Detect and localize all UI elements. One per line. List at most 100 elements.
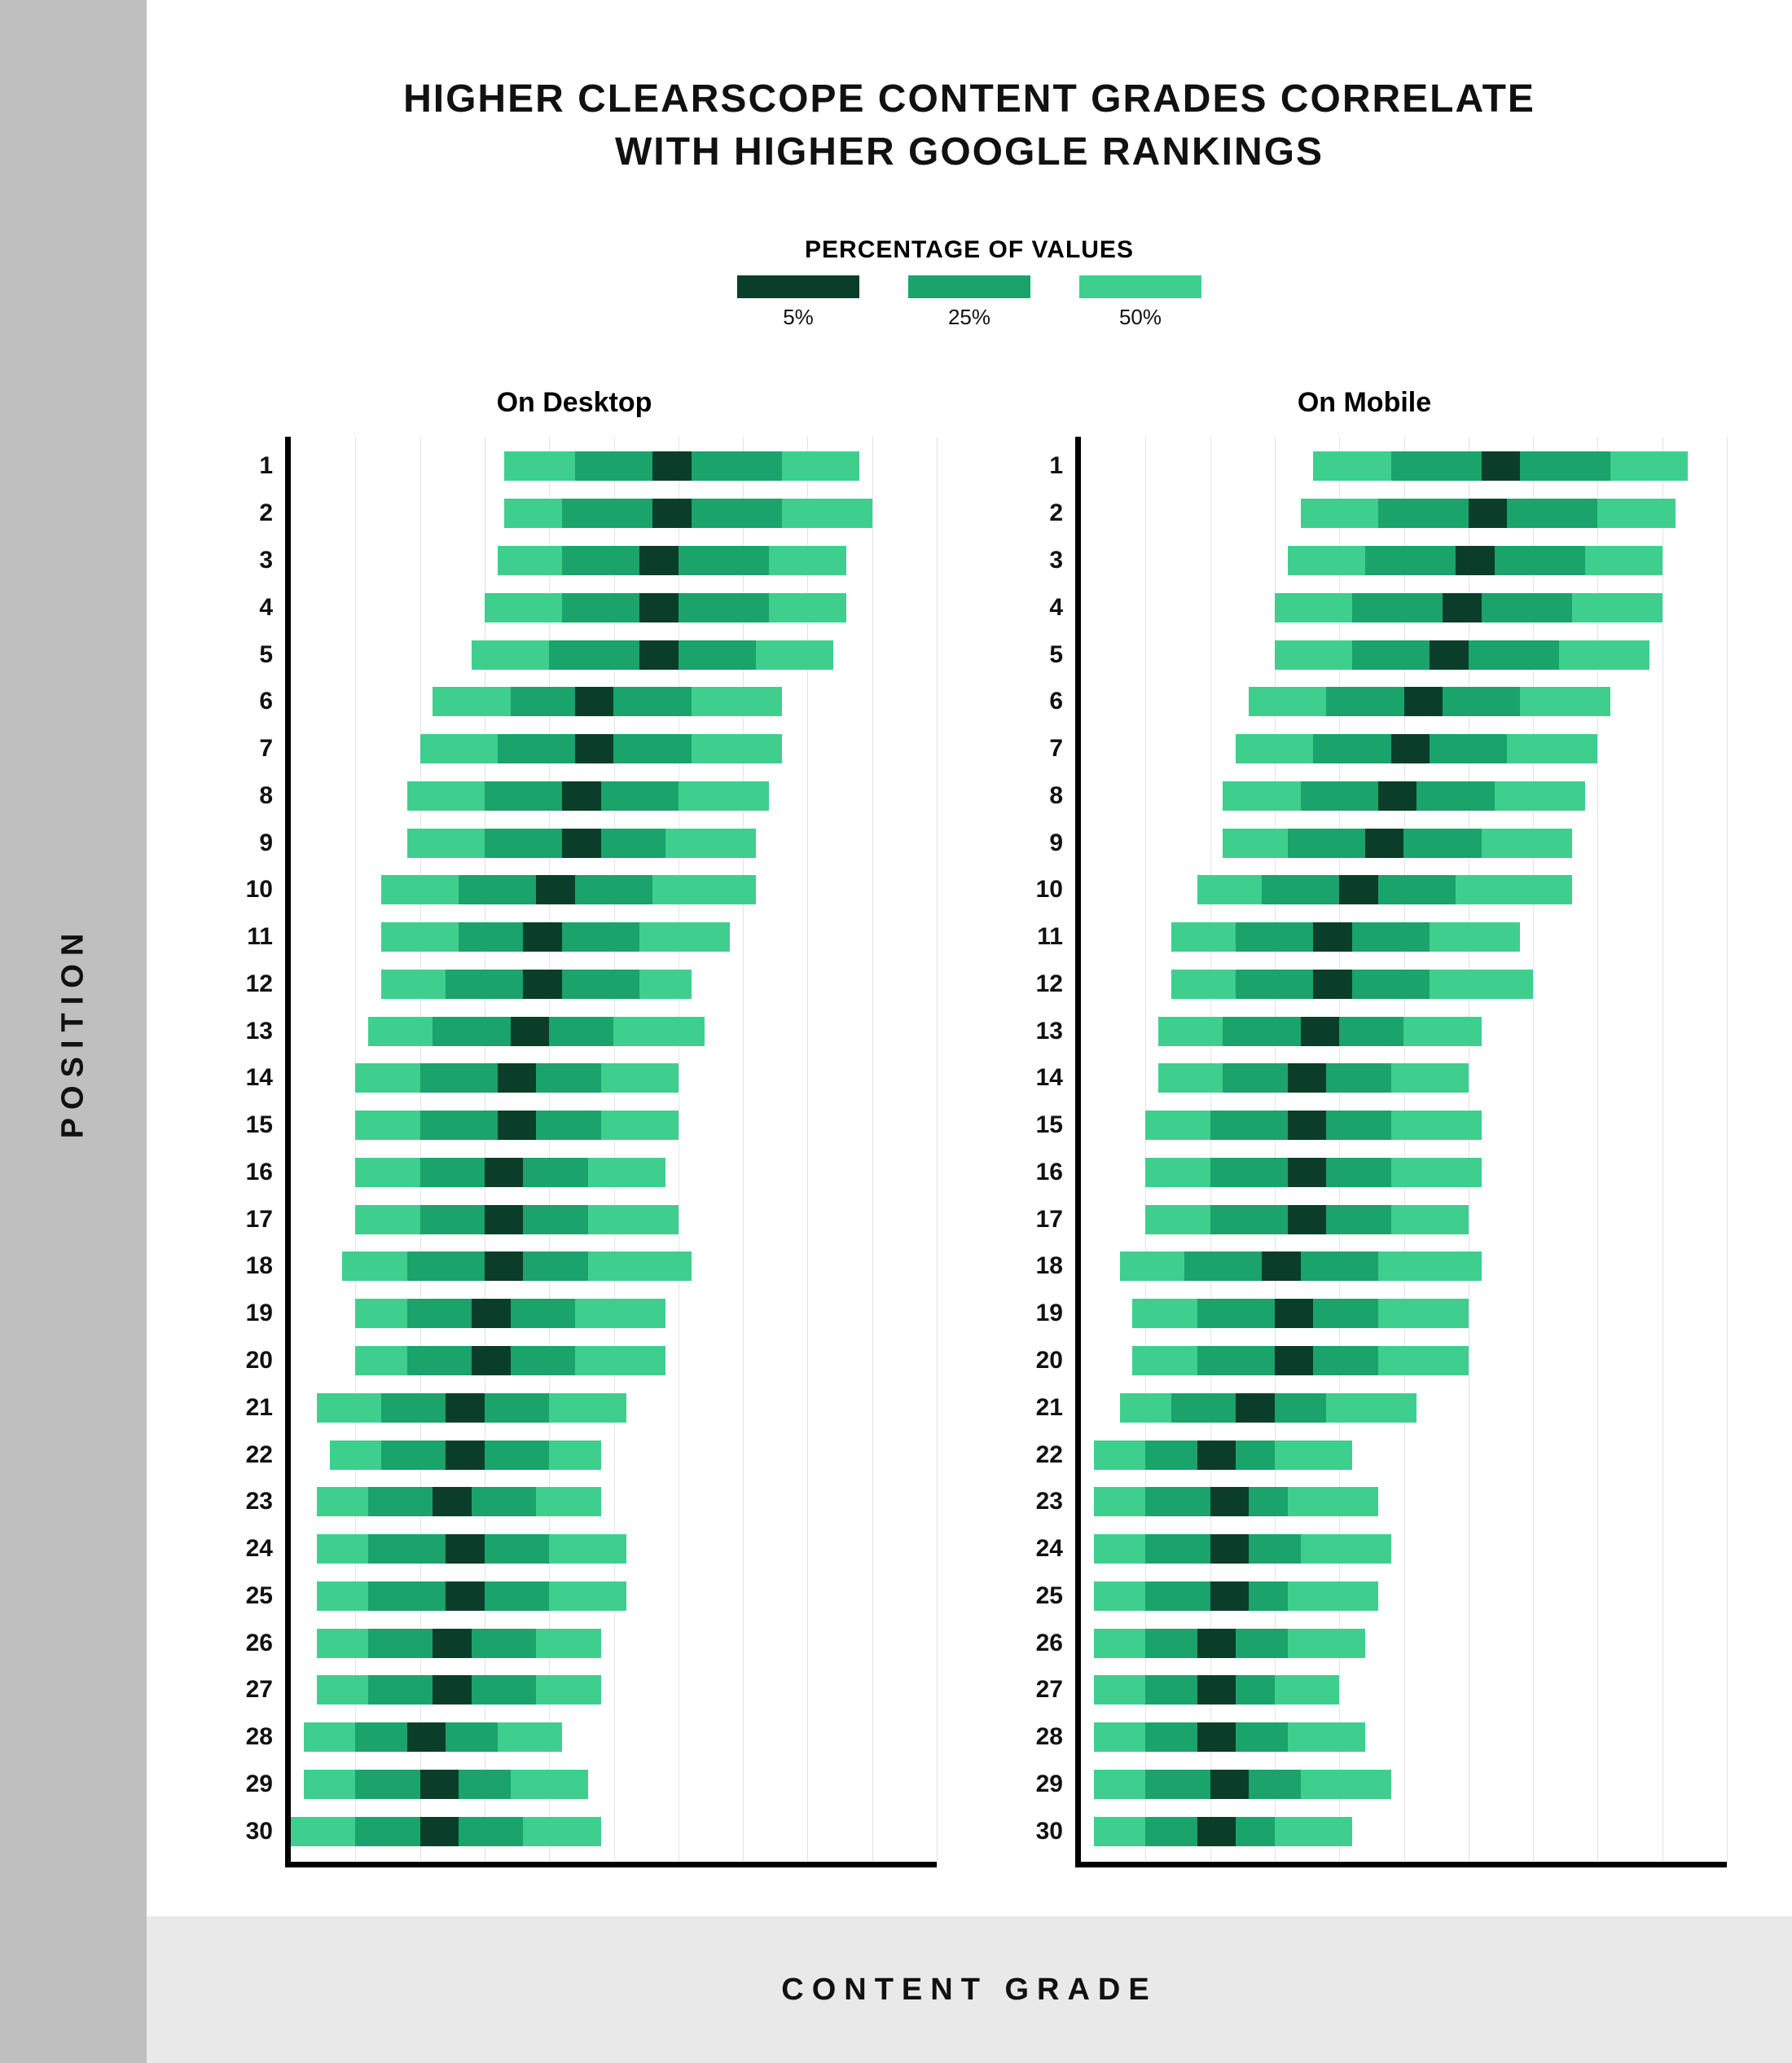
bar-segment-p5: [1301, 1017, 1340, 1046]
bar-row: 11: [1081, 922, 1727, 952]
bar-row: 1: [1081, 451, 1727, 481]
bar-segment-p5: [472, 1299, 511, 1328]
bar-row: 23: [291, 1487, 937, 1516]
bar-segment-p5: [523, 922, 562, 952]
bar-segment-p5: [433, 1629, 472, 1658]
title-line-1: HIGHER CLEARSCOPE CONTENT GRADES CORRELA…: [403, 77, 1535, 121]
bar-segment-p5: [420, 1770, 459, 1799]
position-label: 7: [259, 734, 273, 763]
position-label: 3: [259, 546, 273, 575]
bar-segment-p5: [1210, 1770, 1250, 1799]
position-label: 2: [1049, 499, 1063, 528]
position-label: 9: [259, 829, 273, 858]
bar-segment-p5: [1197, 1722, 1236, 1752]
subchart-title: On Mobile: [1002, 387, 1727, 419]
bar-segment-p5: [575, 734, 614, 763]
bar-row: 21: [1081, 1393, 1727, 1423]
bar-row: 15: [291, 1111, 937, 1140]
bar-row: 5: [1081, 640, 1727, 670]
bar-row: 22: [1081, 1441, 1727, 1470]
position-label: 12: [246, 970, 273, 999]
bar-segment-p5: [1443, 593, 1482, 622]
gridline: [1727, 437, 1728, 1862]
bar-segment-p5: [1288, 1158, 1327, 1187]
bar-row: 27: [291, 1675, 937, 1705]
position-label: 1: [1049, 451, 1063, 481]
bar-row: 25: [1081, 1581, 1727, 1611]
bar-segment-p5: [1456, 546, 1495, 575]
position-label: 8: [259, 781, 273, 811]
position-label: 16: [1036, 1158, 1063, 1187]
bar-segment-p5: [1197, 1817, 1236, 1846]
position-label: 7: [1049, 734, 1063, 763]
bar-row: 18: [291, 1251, 937, 1281]
position-label: 15: [246, 1111, 273, 1140]
position-label: 5: [259, 640, 273, 670]
bar-row: 10: [1081, 875, 1727, 904]
bar-rows: 1234567891011121314151617181920212223242…: [1081, 437, 1727, 1862]
chart-card: HIGHER CLEARSCOPE CONTENT GRADES CORRELA…: [147, 0, 1792, 1916]
bar-row: 29: [1081, 1770, 1727, 1799]
bar-row: 9: [1081, 829, 1727, 858]
legend-item: 25%: [908, 275, 1030, 330]
bar-segment-p5: [1313, 970, 1352, 999]
bar-segment-p5: [523, 970, 562, 999]
position-label: 19: [246, 1299, 273, 1328]
bar-row: 19: [1081, 1299, 1727, 1328]
position-label: 27: [1036, 1675, 1063, 1705]
bar-segment-p5: [1313, 922, 1352, 952]
position-label: 29: [1036, 1770, 1063, 1799]
bar-segment-p5: [1288, 1205, 1327, 1234]
chart-column: On Desktop123456789101112131415161718192…: [212, 387, 937, 1867]
position-label: 15: [1036, 1111, 1063, 1140]
position-label: 29: [246, 1770, 273, 1799]
bar-row: 26: [291, 1629, 937, 1658]
position-label: 20: [1036, 1346, 1063, 1375]
bar-row: 3: [1081, 546, 1727, 575]
bar-row: 13: [291, 1017, 937, 1046]
title-line-2: WITH HIGHER GOOGLE RANKINGS: [615, 130, 1324, 174]
bar-segment-p5: [1378, 781, 1417, 811]
position-label: 22: [246, 1441, 273, 1470]
position-label: 23: [246, 1487, 273, 1516]
bar-row: 21: [291, 1393, 937, 1423]
bar-segment-p5: [562, 829, 601, 858]
position-label: 25: [246, 1581, 273, 1611]
bar-row: 2: [291, 499, 937, 528]
subchart-title: On Desktop: [212, 387, 937, 419]
legend-items: 5%25%50%: [737, 275, 1201, 330]
bar-row: 12: [291, 970, 937, 999]
position-label: 21: [246, 1393, 273, 1423]
bar-segment-p5: [1197, 1629, 1236, 1658]
position-label: 24: [1036, 1534, 1063, 1564]
chart-column: On Mobile1234567891011121314151617181920…: [1002, 387, 1727, 1867]
bar-row: 30: [1081, 1817, 1727, 1846]
position-label: 30: [246, 1817, 273, 1846]
bar-row: 8: [1081, 781, 1727, 811]
position-label: 4: [1049, 593, 1063, 622]
bar-row: 23: [1081, 1487, 1727, 1516]
position-label: 21: [1036, 1393, 1063, 1423]
main-area: HIGHER CLEARSCOPE CONTENT GRADES CORRELA…: [147, 0, 1792, 2063]
bar-segment-p5: [1236, 1393, 1275, 1423]
bar-segment-p5: [446, 1441, 485, 1470]
bar-segment-p5: [446, 1393, 485, 1423]
bar-segment-p5: [511, 1017, 550, 1046]
bar-segment-p5: [498, 1111, 537, 1140]
bar-segment-p5: [485, 1205, 524, 1234]
position-label: 6: [1049, 687, 1063, 716]
bar-segment-p5: [1275, 1299, 1314, 1328]
bar-segment-p5: [1482, 451, 1521, 481]
bar-segment-p5: [485, 1251, 524, 1281]
position-label: 8: [1049, 781, 1063, 811]
legend-swatch: [1079, 275, 1201, 298]
position-label: 10: [246, 875, 273, 904]
position-label: 5: [1049, 640, 1063, 670]
bar-segment-p5: [1197, 1441, 1236, 1470]
position-label: 28: [1036, 1722, 1063, 1752]
bar-row: 12: [1081, 970, 1727, 999]
legend-label: 5%: [783, 305, 814, 330]
legend-title: PERCENTAGE OF VALUES: [805, 236, 1134, 264]
legend-swatch: [737, 275, 859, 298]
x-axis-label: CONTENT GRADE: [781, 1973, 1157, 2008]
